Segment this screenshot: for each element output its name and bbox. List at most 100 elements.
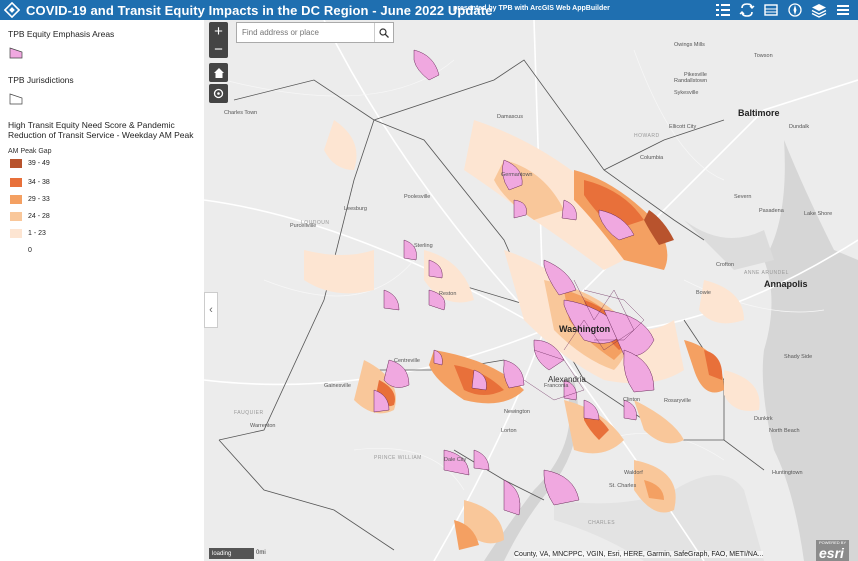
place-label: North Beach bbox=[769, 428, 800, 434]
class-label: 34 - 38 bbox=[28, 179, 50, 186]
layer-list-icon[interactable] bbox=[810, 1, 828, 19]
panel-collapse-button[interactable]: ‹ bbox=[204, 292, 218, 328]
legend-layer-gap-title: High Transit Equity Need Score & Pandemi… bbox=[8, 120, 194, 140]
loading-indicator: loading bbox=[209, 548, 254, 559]
app-subtitle: presented by TPB with ArcGIS Web AppBuil… bbox=[453, 5, 610, 12]
legend-class-5: 1 - 23 bbox=[10, 229, 46, 238]
place-label: Charles Town bbox=[224, 110, 258, 116]
menu-icon[interactable] bbox=[834, 1, 852, 19]
zoom-out-button[interactable]: − bbox=[209, 40, 228, 58]
county-label: LOUDOUN bbox=[301, 220, 330, 226]
place-label: Bowie bbox=[696, 290, 711, 296]
legend-class-3: 29 - 33 bbox=[10, 195, 50, 204]
attribution[interactable]: County, VA, MNCPPC, VGIN, Esri, HERE, Ga… bbox=[514, 551, 764, 558]
place-label: Crofton bbox=[716, 262, 735, 268]
place-label: Dundalk bbox=[789, 124, 810, 130]
legend-field-label: AM Peak Gap bbox=[8, 148, 52, 155]
class-swatch bbox=[10, 246, 22, 255]
place-label: Shady Side bbox=[784, 354, 813, 360]
place-label: Owings Mills bbox=[674, 42, 705, 48]
place-label: Sterling bbox=[414, 243, 433, 249]
place-label: Rosaryville bbox=[664, 398, 691, 404]
place-label: Reston bbox=[439, 291, 457, 297]
esri-text: esri bbox=[819, 545, 844, 561]
locate-icon bbox=[213, 88, 224, 99]
county-label: PRINCE WILLIAM bbox=[374, 455, 422, 461]
place-label: Damascus bbox=[497, 114, 523, 120]
search-input[interactable] bbox=[237, 23, 374, 42]
class-label: 29 - 33 bbox=[28, 196, 50, 203]
class-swatch bbox=[10, 229, 22, 238]
legend-class-4: 24 - 28 bbox=[10, 212, 50, 221]
loading-text: loading bbox=[212, 550, 232, 557]
esri-logo: POWERED BY esri bbox=[816, 540, 850, 561]
place-label: Waldorf bbox=[624, 470, 643, 476]
class-label: 0 bbox=[28, 247, 32, 254]
legend-class-1: 39 - 49 bbox=[10, 159, 50, 168]
county-label: FAUQUIER bbox=[234, 410, 264, 416]
class-label: 1 - 23 bbox=[28, 230, 46, 237]
place-label: Clinton bbox=[623, 397, 641, 403]
place-label: Baltimore bbox=[738, 108, 780, 118]
place-label: Ellicott City bbox=[669, 124, 697, 130]
county-label: CHARLES bbox=[588, 520, 616, 526]
map-view[interactable]: Baltimore Annapolis Washington Alexandri… bbox=[204, 20, 858, 561]
zoom-in-button[interactable]: + bbox=[209, 22, 228, 40]
legend-class-6: 0 bbox=[10, 246, 32, 255]
header-toolbar bbox=[714, 1, 852, 19]
place-label: Annapolis bbox=[764, 279, 808, 289]
legend-icon[interactable] bbox=[714, 1, 732, 19]
legend-layer-jurisdictions-title: TPB Jurisdictions bbox=[8, 75, 74, 85]
basemap-icon[interactable] bbox=[762, 1, 780, 19]
place-label: Towson bbox=[754, 53, 773, 59]
place-label: Columbia bbox=[640, 155, 664, 161]
home-icon bbox=[213, 67, 224, 78]
place-label: Warrenton bbox=[250, 423, 276, 429]
place-label: Huntingtown bbox=[772, 470, 803, 476]
county-label: ANNE ARUNDEL bbox=[744, 270, 789, 276]
zoom-control: + − bbox=[209, 22, 228, 58]
chevron-left-icon: ‹ bbox=[209, 304, 213, 316]
county-label: HOWARD bbox=[634, 133, 660, 139]
place-label: Severn bbox=[734, 194, 752, 200]
place-label: Poolesville bbox=[404, 194, 431, 200]
jurisdiction-swatch bbox=[9, 93, 23, 105]
map-canvas bbox=[204, 20, 858, 561]
compass-icon[interactable] bbox=[786, 1, 804, 19]
legend-layer-eea-title: TPB Equity Emphasis Areas bbox=[8, 29, 115, 39]
class-swatch bbox=[10, 159, 22, 168]
place-label: Centreville bbox=[394, 358, 420, 364]
class-label: 24 - 28 bbox=[28, 213, 50, 220]
app-header: COVID-19 and Transit Equity Impacts in t… bbox=[0, 0, 858, 20]
place-label: Lake Shore bbox=[804, 211, 833, 217]
place-label: Germantown bbox=[501, 172, 533, 178]
app-logo-icon bbox=[4, 2, 20, 18]
class-swatch bbox=[10, 178, 22, 187]
class-swatch bbox=[10, 195, 22, 204]
place-label: Randallstown bbox=[674, 78, 708, 84]
place-label: Lorton bbox=[501, 428, 517, 434]
place-label: Washington bbox=[559, 324, 611, 334]
eea-swatch bbox=[9, 47, 23, 59]
place-label: Leesburg bbox=[344, 206, 367, 212]
place-label: Sykesville bbox=[674, 90, 699, 96]
class-label: 39 - 49 bbox=[28, 160, 50, 167]
search-button[interactable] bbox=[374, 23, 393, 42]
legend-class-2: 34 - 38 bbox=[10, 178, 50, 187]
place-label: Gainesville bbox=[324, 383, 351, 389]
app-title: COVID-19 and Transit Equity Impacts in t… bbox=[26, 2, 493, 18]
place-label: Newington bbox=[504, 409, 530, 415]
scale-bar: 0mi bbox=[256, 550, 266, 556]
place-label: Dunkirk bbox=[754, 416, 773, 422]
place-label: Franconia bbox=[544, 383, 569, 389]
legend-panel: TPB Equity Emphasis Areas TPB Jurisdicti… bbox=[0, 20, 204, 561]
home-button[interactable] bbox=[209, 63, 228, 82]
place-label: Pasadena bbox=[759, 208, 784, 214]
locate-button[interactable] bbox=[209, 84, 228, 103]
search-box bbox=[236, 22, 394, 43]
place-label: St. Charles bbox=[609, 483, 637, 489]
search-icon bbox=[379, 27, 389, 38]
layers-icon[interactable] bbox=[738, 1, 756, 19]
class-swatch bbox=[10, 212, 22, 221]
place-label: Dale City bbox=[444, 457, 467, 463]
